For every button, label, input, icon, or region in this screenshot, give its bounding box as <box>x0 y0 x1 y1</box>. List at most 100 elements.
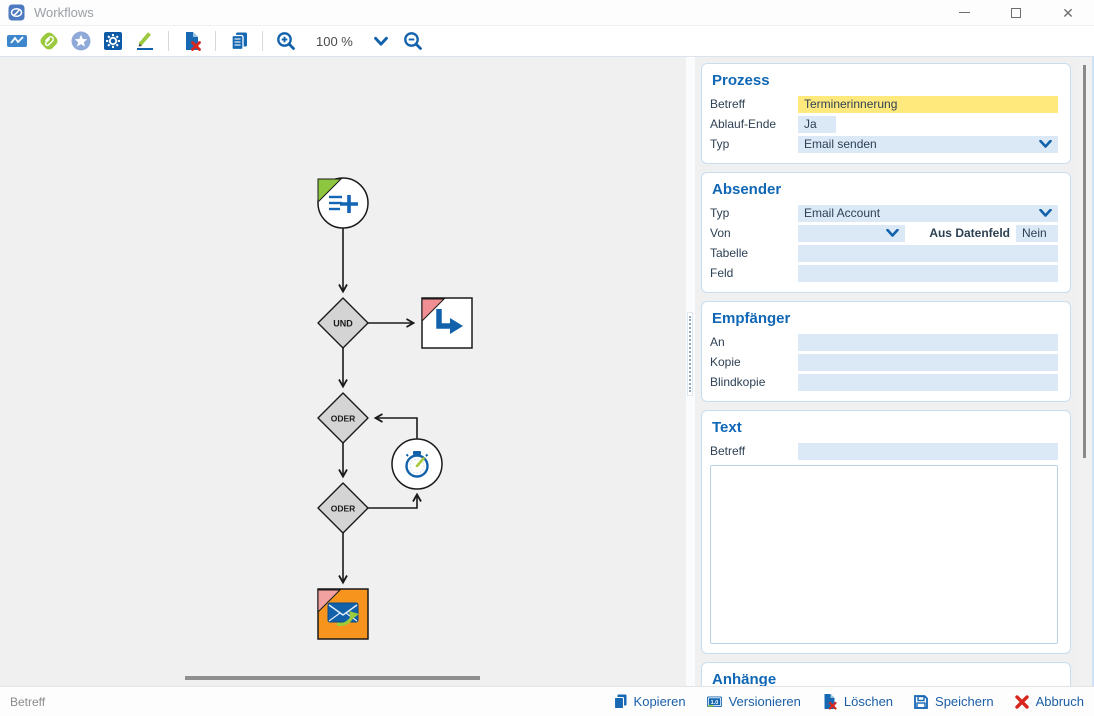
node-gateway-oder-2[interactable]: ODER <box>318 483 368 533</box>
delete-document-icon <box>821 693 838 710</box>
button-label: Löschen <box>844 694 893 709</box>
prozess-typ-dropdown[interactable]: Email senden <box>798 136 1058 153</box>
button-label: Versionieren <box>729 694 801 709</box>
kopie-input[interactable] <box>798 354 1058 371</box>
field-label: An <box>710 335 798 349</box>
field-label: Feld <box>710 266 798 280</box>
node-timer[interactable] <box>392 439 442 489</box>
horizontal-scrollbar[interactable] <box>185 676 480 680</box>
toolbar-separator <box>168 31 169 51</box>
kopieren-button[interactable]: Kopieren <box>612 693 686 710</box>
abbruch-button[interactable]: Abbruch <box>1014 694 1084 710</box>
delete-document-icon[interactable] <box>180 29 204 53</box>
node-gateway-oder-1[interactable]: ODER <box>318 393 368 443</box>
zoom-in-icon[interactable] <box>274 29 298 53</box>
main-area: UND ODER <box>0 57 1094 686</box>
section-title: Text <box>712 419 1058 436</box>
vertical-scrollbar[interactable] <box>1078 57 1092 686</box>
betreff-value: Terminerinnerung <box>804 97 897 111</box>
text-betreff-input[interactable] <box>798 443 1058 460</box>
ablauf-ende-value: Ja <box>804 117 817 131</box>
version-icon: 1.0 <box>706 693 723 710</box>
section-title: Empfänger <box>712 310 1058 327</box>
workflow-icon[interactable] <box>5 29 29 53</box>
field-label: Kopie <box>710 355 798 369</box>
zoom-out-icon[interactable] <box>401 29 425 53</box>
blindkopie-input[interactable] <box>798 374 1058 391</box>
field-label: Typ <box>710 206 798 220</box>
vertical-scrollbar-thumb[interactable] <box>1083 65 1086 458</box>
star-icon[interactable] <box>69 29 93 53</box>
node-export-task[interactable] <box>422 298 472 348</box>
aus-datenfeld-value: Nein <box>1022 226 1047 240</box>
tabelle-input[interactable] <box>798 245 1058 262</box>
button-label: Abbruch <box>1036 694 1084 709</box>
toolbar-separator <box>262 31 263 51</box>
save-icon <box>913 694 929 710</box>
field-label: Typ <box>710 137 798 151</box>
splitter-handle[interactable] <box>687 312 693 396</box>
section-empfaenger: Empfänger An Kopie Blindkopie <box>701 301 1071 402</box>
betreff-input[interactable]: Terminerinnerung <box>798 96 1058 113</box>
node-gateway-und[interactable]: UND <box>318 298 368 348</box>
chevron-down-icon <box>1039 209 1052 217</box>
gateway-label: ODER <box>331 414 356 424</box>
zoom-level: 100 % <box>316 34 353 49</box>
aus-datenfeld-input[interactable]: Nein <box>1016 225 1058 242</box>
absender-typ-dropdown[interactable]: Email Account <box>798 205 1058 222</box>
section-text: Text Betreff <box>701 410 1071 654</box>
chevron-down-icon <box>886 229 899 237</box>
field-label: Ablauf-Ende <box>710 117 798 131</box>
properties-panel: Prozess Betreff Terminerinnerung Ablauf-… <box>695 57 1075 686</box>
status-bar: Betreff Kopieren 1.0 Versionieren <box>0 686 1094 716</box>
an-input[interactable] <box>798 334 1058 351</box>
feld-input[interactable] <box>798 265 1058 282</box>
settings-icon[interactable] <box>101 29 125 53</box>
section-title: Absender <box>712 181 1058 198</box>
copy-document-icon[interactable] <box>227 29 251 53</box>
absender-typ-value: Email Account <box>804 206 880 220</box>
versionieren-button[interactable]: 1.0 Versionieren <box>706 693 801 710</box>
section-title: Prozess <box>712 72 1058 89</box>
von-dropdown[interactable] <box>798 225 905 242</box>
node-email-task[interactable] <box>318 589 368 639</box>
maximize-button[interactable] <box>990 0 1042 26</box>
attachment-icon[interactable] <box>37 29 61 53</box>
abort-icon <box>1014 694 1030 710</box>
field-label: Tabelle <box>710 246 798 260</box>
zoom-dropdown-chevron-icon[interactable] <box>369 29 393 53</box>
gateway-label: ODER <box>331 504 356 514</box>
gateway-label: UND <box>333 319 353 329</box>
section-absender: Absender Typ Email Account Von <box>701 172 1071 293</box>
node-start[interactable] <box>318 178 368 228</box>
text-body-input[interactable] <box>710 465 1058 644</box>
app-logo-icon <box>8 4 25 21</box>
workflow-diagram: UND ODER <box>0 57 686 686</box>
workflow-canvas[interactable]: UND ODER <box>0 57 686 686</box>
button-label: Kopieren <box>634 694 686 709</box>
field-label: Von <box>710 226 798 240</box>
section-anhaenge: Anhänge <box>701 662 1071 686</box>
chevron-down-icon <box>1039 140 1052 148</box>
field-label: Betreff <box>710 97 798 111</box>
loeschen-button[interactable]: Löschen <box>821 693 893 710</box>
ablauf-ende-input[interactable]: Ja <box>798 116 836 133</box>
section-title: Anhänge <box>712 671 1058 686</box>
send-email-icon <box>328 603 359 624</box>
window-title: Workflows <box>34 5 94 20</box>
toolbar-separator <box>215 31 216 51</box>
button-label: Speichern <box>935 694 994 709</box>
copy-icon <box>612 693 628 710</box>
aus-datenfeld-label: Aus Datenfeld <box>929 226 1016 240</box>
close-button[interactable]: ✕ <box>1042 0 1094 26</box>
status-context-label: Betreff <box>10 695 45 709</box>
panel-splitter[interactable] <box>686 57 695 686</box>
edit-icon[interactable] <box>133 29 157 53</box>
toolbar: 100 % <box>0 26 1094 57</box>
section-prozess: Prozess Betreff Terminerinnerung Ablauf-… <box>701 63 1071 164</box>
minimize-button[interactable] <box>938 0 990 26</box>
prozess-typ-value: Email senden <box>804 137 877 151</box>
title-bar: Workflows ✕ <box>0 0 1094 26</box>
field-label: Betreff <box>710 444 798 458</box>
speichern-button[interactable]: Speichern <box>913 694 994 710</box>
